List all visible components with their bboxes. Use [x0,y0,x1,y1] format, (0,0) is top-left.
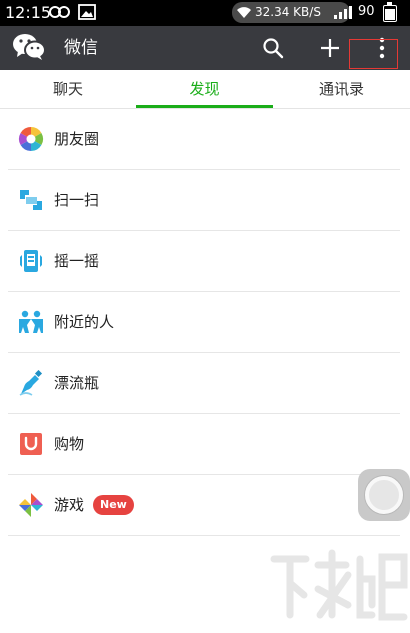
watermark-logo [270,549,408,621]
battery-icon [383,2,397,22]
games-icon [19,493,43,517]
infinity-icon [49,6,70,18]
discover-item-games[interactable]: 游戏 New [8,475,400,536]
status-time: 12:15 [5,3,52,22]
shopping-icon [20,433,42,455]
discover-item-label: 漂流瓶 [54,374,100,392]
discover-item-shopping[interactable]: 购物 [8,414,400,475]
more-button-highlight-box [349,39,398,69]
discover-item-label: 摇一摇 [54,252,100,270]
people-nearby-icon [19,310,43,333]
tab-chats[interactable]: 聊天 [0,70,136,109]
discover-item-label: 购物 [54,435,85,453]
discover-item-shake[interactable]: 摇一摇 [8,231,400,292]
discover-item-scan[interactable]: 扫一扫 [8,170,400,231]
wechat-logo-icon [13,34,46,60]
signal-icon [334,6,352,19]
assistive-touch-icon [365,476,403,514]
discover-item-label: 附近的人 [54,313,115,331]
moments-icon [18,127,44,151]
discover-item-drift-bottle[interactable]: 漂流瓶 [8,353,400,414]
add-button[interactable] [315,26,345,70]
image-icon [78,4,96,20]
active-tab-indicator [136,105,273,108]
discover-item-label: 游戏 [54,496,85,514]
battery-level: 90 [358,4,375,19]
discover-item-people-nearby[interactable]: 附近的人 [8,292,400,353]
search-button[interactable] [258,26,288,70]
net-speed-text: 32.34 KB/S [255,5,321,19]
shake-icon [20,250,42,272]
app-title: 微信 [64,38,98,58]
discover-item-label: 扫一扫 [54,191,100,209]
assistive-touch-button[interactable] [358,469,410,521]
plus-icon [321,39,339,57]
drift-bottle-icon [19,370,43,396]
tab-contacts[interactable]: 通讯录 [273,70,410,109]
status-bar: 12:15 32.34 KB/S 90 [0,0,410,26]
tab-bar: 聊天 发现 通讯录 [0,70,410,109]
wifi-icon [237,7,251,18]
scan-icon [20,190,42,210]
new-badge: New [93,495,134,515]
tab-discover[interactable]: 发现 [136,70,273,109]
search-icon [263,38,284,59]
discover-item-moments[interactable]: 朋友圈 [8,109,400,170]
discover-item-label: 朋友圈 [54,130,100,148]
